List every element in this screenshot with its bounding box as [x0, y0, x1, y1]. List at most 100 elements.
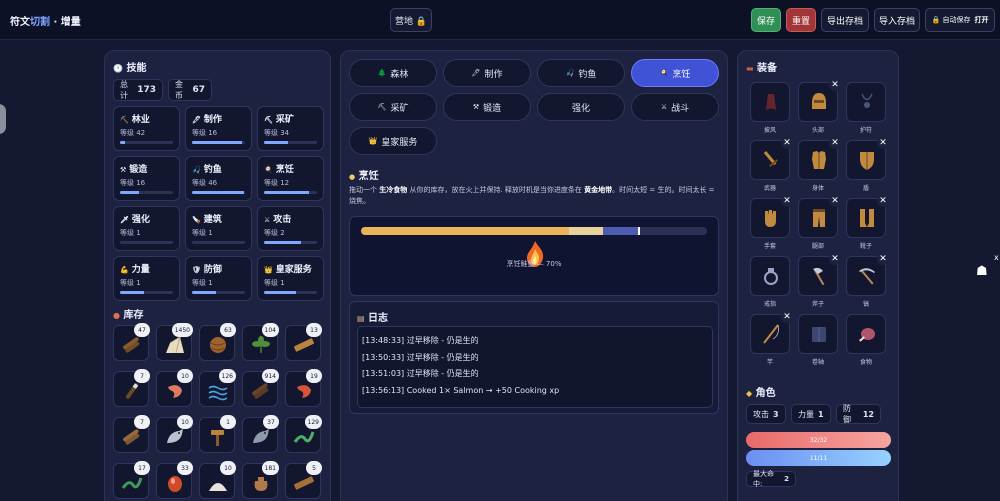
inventory-slot[interactable]: 10 — [156, 415, 193, 453]
equipment-slot[interactable]: ✕ — [798, 137, 841, 180]
skill-card[interactable]: 🛡 防御 等级 1 — [185, 256, 252, 301]
inventory-slot[interactable]: 181 — [242, 461, 279, 499]
helper-bot-icon[interactable]: ☗ — [976, 264, 988, 279]
unequip-button[interactable]: ✕ — [781, 195, 793, 207]
equipment-slot[interactable]: ✕ — [846, 195, 889, 238]
export-save-button[interactable]: 导出存档 — [821, 8, 869, 32]
autosave-label: 🔒 自动保存 — [931, 16, 971, 24]
equipment-slot[interactable]: ✕ — [798, 79, 841, 122]
equipment-slot[interactable]: ✕ — [798, 195, 841, 238]
action-label: 采矿 — [390, 103, 409, 114]
inventory-slot[interactable]: 1 — [199, 415, 236, 453]
skill-card[interactable]: 🍳 烹饪 等级 12 — [257, 156, 324, 201]
unequip-button[interactable]: ✕ — [829, 195, 841, 207]
skill-level: 等级 34 — [264, 129, 290, 137]
skill-card[interactable]: 👑 皇家服务 等级 1 — [257, 256, 324, 301]
action-button[interactable]: 🖊 制作 — [443, 59, 531, 87]
unequip-button[interactable]: ✕ — [829, 79, 841, 91]
unequip-button[interactable]: ✕ — [781, 311, 793, 323]
inventory-slot[interactable]: 10 — [156, 369, 193, 407]
skill-card[interactable]: 💪 力量 等级 1 — [113, 256, 180, 301]
equipment-slot[interactable]: ✕ — [798, 253, 841, 296]
inventory-slot[interactable]: 5 — [285, 461, 322, 499]
inventory-slot[interactable]: 126 — [199, 369, 236, 407]
inventory-slot[interactable]: 7 — [113, 415, 150, 453]
save-button[interactable]: 保存 — [751, 8, 781, 32]
inventory-quantity: 47 — [134, 323, 150, 337]
skill-name: 🍳 烹饪 — [264, 162, 294, 175]
unequip-button[interactable]: ✕ — [877, 195, 889, 207]
skill-card[interactable]: 🗡 强化 等级 1 — [113, 206, 180, 251]
inventory-slot[interactable]: 104 — [242, 323, 279, 361]
inventory-slot[interactable]: 17 — [113, 461, 150, 499]
skill-name: 🗡 强化 — [120, 212, 150, 225]
close-icon[interactable]: x — [994, 253, 999, 262]
action-button[interactable]: ⚔ 战斗 — [631, 93, 719, 121]
inventory-item-icon — [121, 473, 143, 493]
equipment-slot[interactable] — [750, 82, 790, 122]
equipment-slot[interactable]: ✕ — [846, 137, 889, 180]
action-button[interactable]: 👑 皇家服务 — [349, 127, 437, 155]
log-list[interactable]: [13:48:33] 过早移除 - 仍是生的 [13:50:33] 过早移除 - … — [357, 326, 713, 408]
unequip-button[interactable]: ✕ — [781, 137, 793, 149]
equipment-slot-label: 镐 — [862, 301, 869, 308]
inventory-slot[interactable]: 914 — [242, 369, 279, 407]
skill-card[interactable]: ⚒ 锻造 等级 16 — [113, 156, 180, 201]
equipment-slot-label: 食物 — [859, 359, 872, 366]
action-button[interactable]: 🌲 森林 — [349, 59, 437, 87]
action-button[interactable]: ⚒ 锻造 — [443, 93, 531, 121]
inventory-slot[interactable]: 1450 — [156, 323, 193, 361]
equipment-slot[interactable] — [846, 82, 886, 122]
legs-icon — [809, 207, 829, 229]
cooking-station[interactable]: 烹饪鲑鱼 — 70% — [349, 216, 719, 296]
skill-card[interactable]: ⚔ 攻击 等级 2 — [257, 206, 324, 251]
inventory-slot[interactable]: 33 — [156, 461, 193, 499]
inventory-slot[interactable]: 47 — [113, 323, 150, 361]
inventory-slot[interactable]: 10 — [199, 461, 236, 499]
equipment-slot-label: 披风 — [763, 127, 776, 134]
autosave-toggle[interactable]: 🔒 自动保存 打开 — [925, 8, 995, 32]
equipment-slot-label: 斧子 — [811, 301, 824, 308]
skill-card[interactable]: ⛏ 采矿 等级 34 — [257, 106, 324, 151]
inventory-quantity: 13 — [306, 323, 322, 337]
equipment-slot[interactable] — [798, 314, 838, 354]
title-separator: · — [50, 17, 61, 28]
skill-name: ⛏️ 林业 — [120, 112, 150, 125]
action-label: 制作 — [484, 69, 503, 80]
import-save-button[interactable]: 导入存档 — [874, 8, 920, 32]
unequip-button[interactable]: ✕ — [877, 137, 889, 149]
skill-card[interactable]: 🖊 制作 等级 16 — [185, 106, 252, 151]
inventory-slot[interactable]: 13 — [285, 323, 322, 361]
unequip-button[interactable]: ✕ — [829, 253, 841, 265]
skill-card[interactable]: 🪚 建筑 等级 1 — [185, 206, 252, 251]
action-button[interactable]: 🍳 烹饪 — [631, 59, 719, 87]
desc-raw-food: 生冷食物 — [379, 186, 408, 194]
equipment-slot[interactable] — [750, 256, 790, 296]
inventory-slot[interactable]: 129 — [285, 415, 322, 453]
action-button[interactable]: 强化 — [537, 93, 625, 121]
equipment-slot[interactable]: ✕ — [750, 195, 793, 238]
action-icon: 🖊 — [471, 69, 481, 77]
reset-button[interactable]: 重置 — [786, 8, 816, 32]
action-label: 森林 — [390, 69, 409, 80]
skill-card[interactable]: ⛏️ 林业 等级 42 — [113, 106, 180, 151]
inventory-slot[interactable]: 7 — [113, 369, 150, 407]
inventory-slot[interactable]: 63 — [199, 323, 236, 361]
skill-name-text: 建筑 — [203, 215, 222, 225]
unequip-button[interactable]: ✕ — [877, 253, 889, 265]
action-label: 强化 — [571, 103, 590, 114]
camp-button[interactable]: 营地 🔒 — [390, 8, 432, 32]
equipment-slot[interactable]: ✕ — [846, 253, 889, 296]
action-button[interactable]: 🎣 钓鱼 — [537, 59, 625, 87]
side-handle[interactable] — [0, 104, 6, 134]
hp-bar: 32/32 — [746, 432, 891, 448]
equipment-slot[interactable]: ✕ — [750, 311, 793, 354]
skill-card[interactable]: 🎣 钓鱼 等级 46 — [185, 156, 252, 201]
skill-name: 🎣 钓鱼 — [192, 162, 222, 175]
action-button[interactable]: ⛏ 采矿 — [349, 93, 437, 121]
inventory-slot[interactable]: 37 — [242, 415, 279, 453]
unequip-button[interactable]: ✕ — [829, 137, 841, 149]
equipment-slot[interactable]: ✕ — [750, 137, 793, 180]
inventory-slot[interactable]: 19 — [285, 369, 322, 407]
equipment-slot[interactable] — [846, 314, 886, 354]
